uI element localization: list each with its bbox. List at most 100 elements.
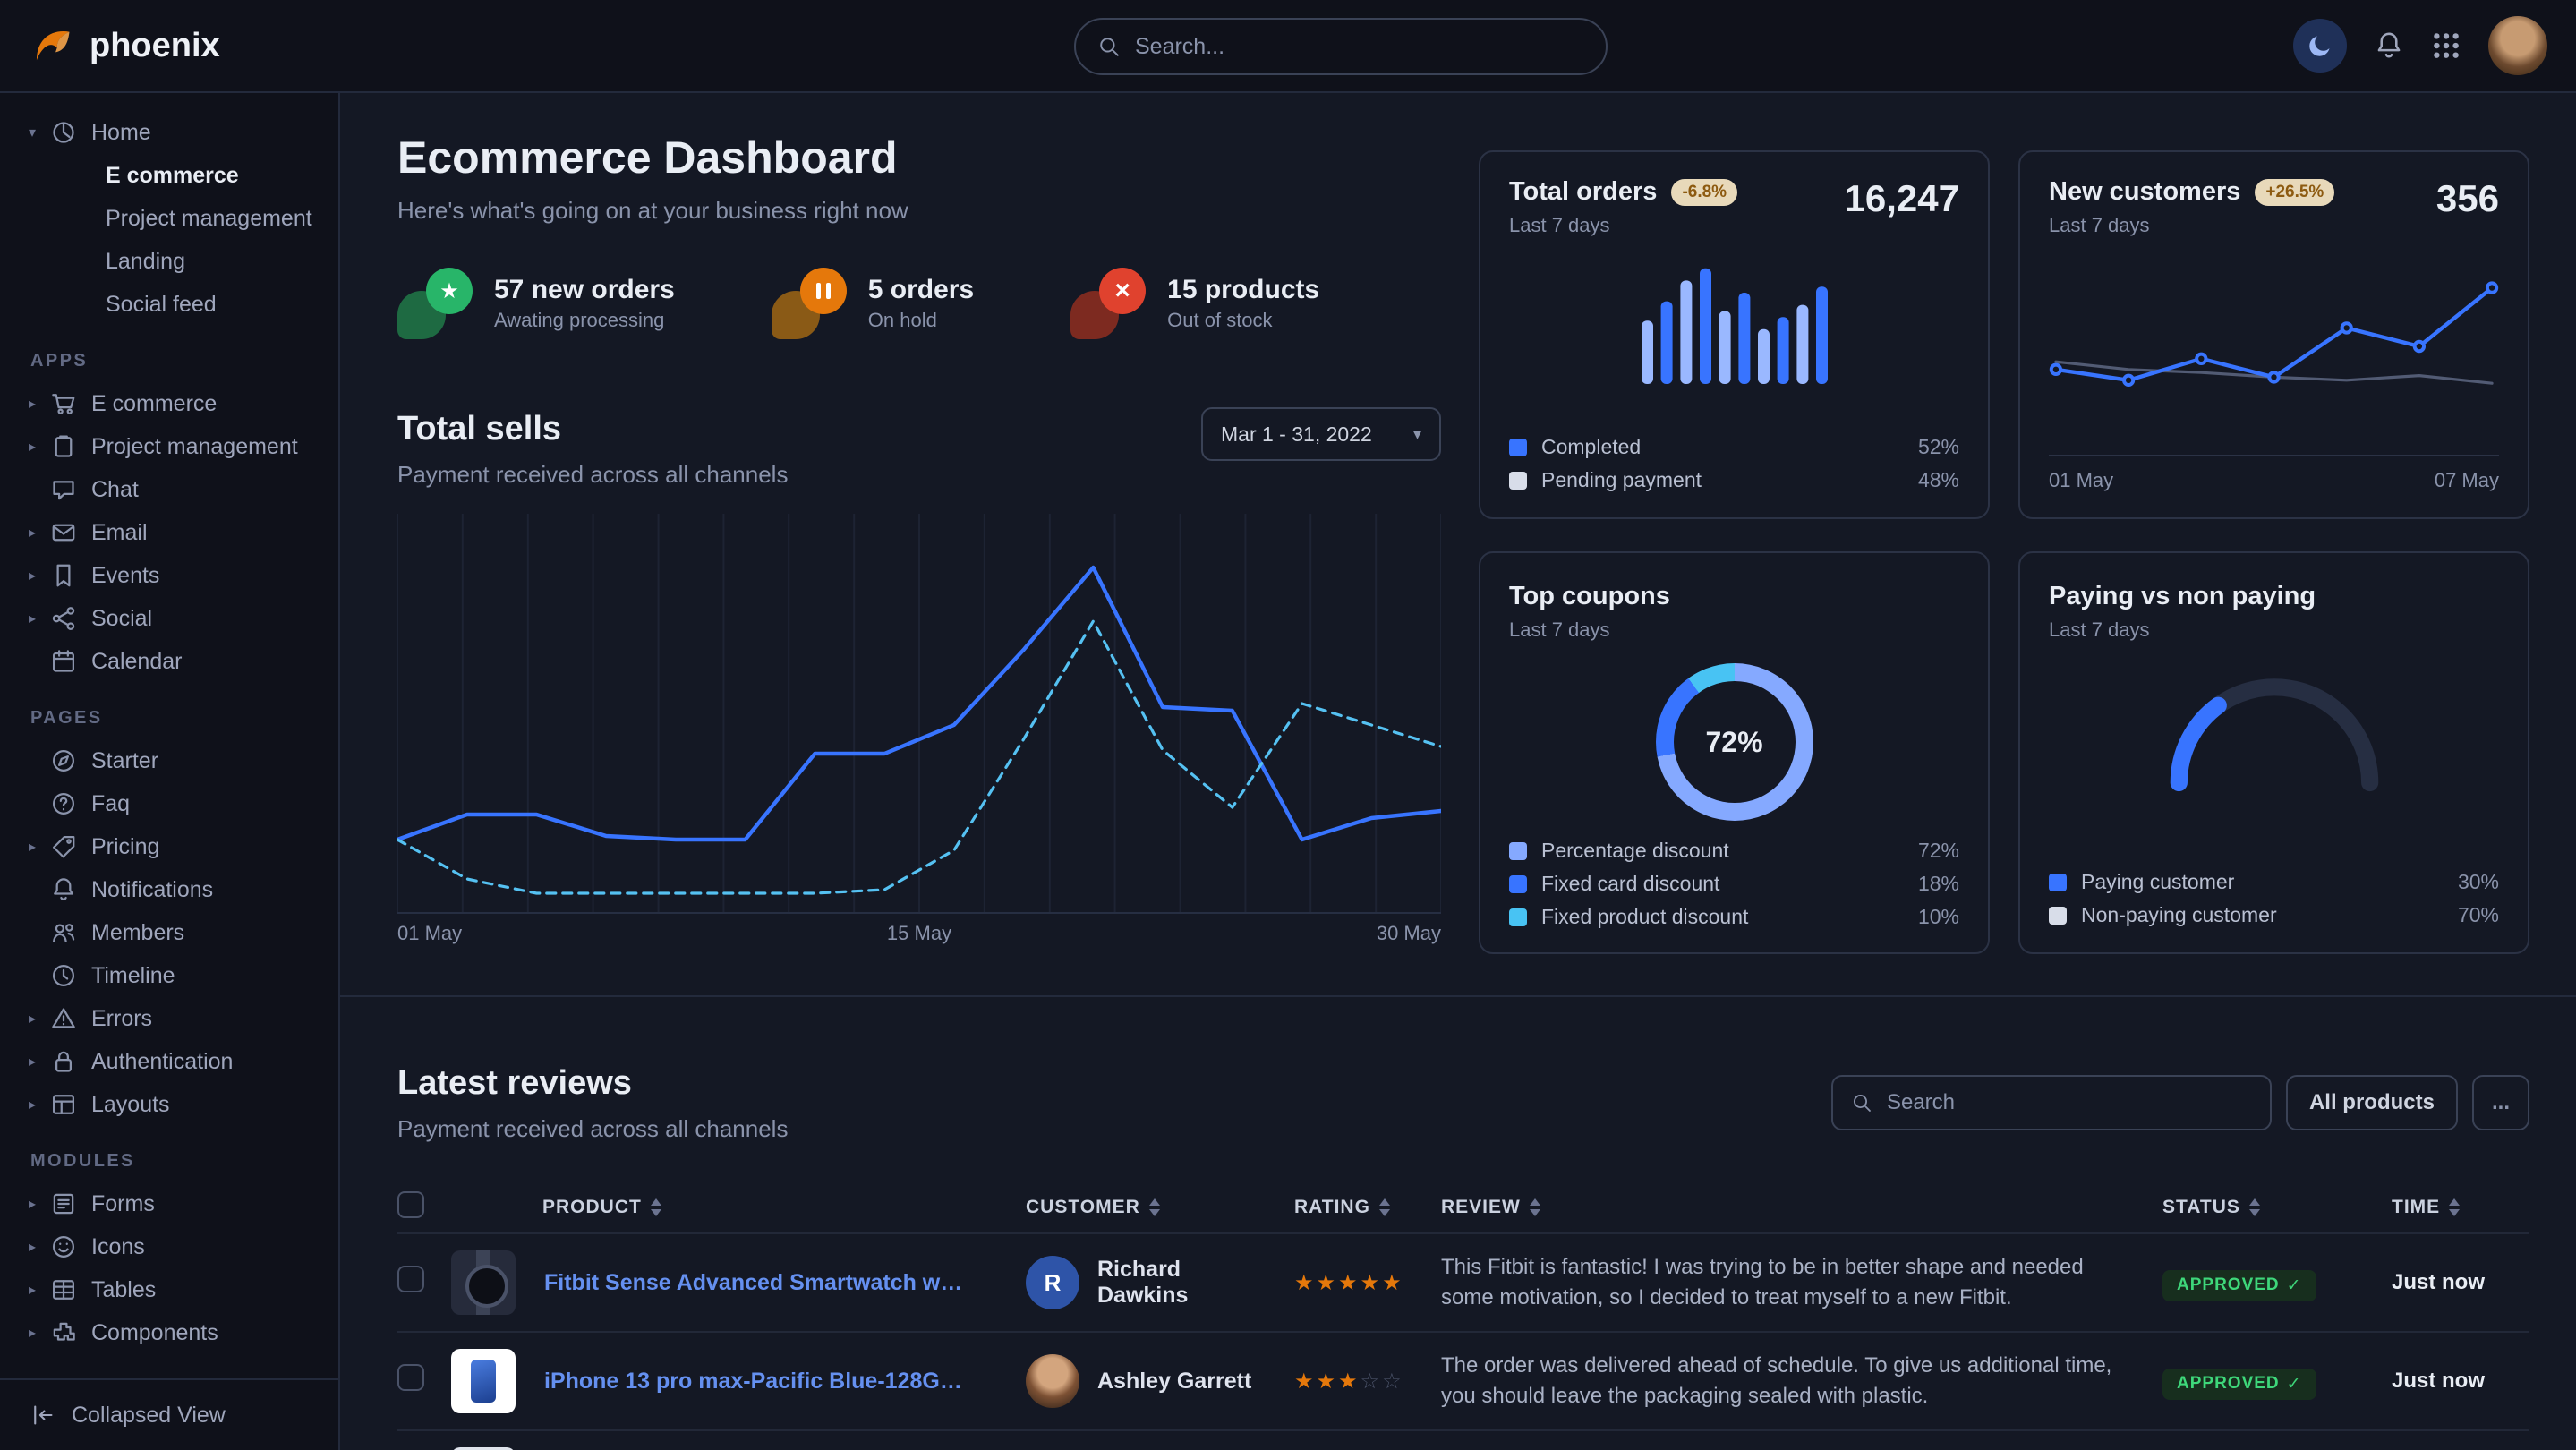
all-products-button[interactable]: All products xyxy=(2286,1075,2458,1130)
collapse-label: Collapsed View xyxy=(72,1403,226,1429)
product-image xyxy=(451,1349,516,1413)
caret-right-icon: ▸ xyxy=(29,567,50,584)
sidebar-item-calendar[interactable]: Calendar xyxy=(0,640,338,683)
sidebar-item-errors[interactable]: ▸ Errors xyxy=(0,997,338,1040)
caret-right-icon: ▸ xyxy=(29,1053,50,1070)
sidebar-item-e-commerce[interactable]: ▸ E commerce xyxy=(0,382,338,425)
more-options-button[interactable]: ... xyxy=(2472,1075,2529,1130)
collapse-view-button[interactable]: Collapsed View xyxy=(0,1378,338,1450)
row-checkbox[interactable] xyxy=(397,1364,424,1391)
reviews-table-header: PRODUCT CUSTOMER RATING REVIEW STATUS TI… xyxy=(397,1182,2529,1232)
search-icon xyxy=(1097,35,1121,58)
collapse-icon xyxy=(30,1403,55,1428)
caret-right-icon: ▸ xyxy=(29,524,50,542)
notifications-button[interactable] xyxy=(2374,30,2404,61)
mail-icon xyxy=(50,519,77,546)
reviews-table: PRODUCT CUSTOMER RATING REVIEW STATUS TI… xyxy=(397,1182,2529,1450)
stat-label: Awating processing xyxy=(494,309,675,332)
bookmark-icon xyxy=(50,562,77,589)
sidebar-item-pricing[interactable]: ▸ Pricing xyxy=(0,825,338,868)
sidebar-item-home[interactable]: ▾ Home xyxy=(0,111,338,154)
brand[interactable]: phoenix xyxy=(29,22,220,69)
review-row xyxy=(397,1429,2529,1450)
sidebar-subitem-e-commerce[interactable]: E commerce xyxy=(0,154,338,197)
sort-icon xyxy=(2449,1198,2460,1216)
latest-reviews-section: Latest reviews Payment received across a… xyxy=(397,997,2529,1450)
column-customer[interactable]: CUSTOMER xyxy=(1001,1197,1269,1218)
question-icon xyxy=(50,790,77,817)
sidebar-item-members[interactable]: Members xyxy=(0,911,338,954)
sort-icon xyxy=(651,1198,661,1216)
sidebar-item-faq[interactable]: Faq xyxy=(0,782,338,825)
sidebar-item-events[interactable]: ▸ Events xyxy=(0,554,338,597)
date-range-select[interactable]: Mar 1 - 31, 2022 ▾ xyxy=(1201,407,1441,461)
calendar-icon xyxy=(50,648,77,675)
app-window: phoenix ▾ HomeE commerceProject manageme… xyxy=(0,0,2576,1450)
sidebar-subitem-landing[interactable]: Landing xyxy=(0,240,338,283)
card-title: New customers xyxy=(2049,177,2240,207)
stat-value: 57 new orders xyxy=(494,275,675,305)
caret-right-icon: ▸ xyxy=(29,1010,50,1028)
paying-card: Paying vs non paying Last 7 days Paying … xyxy=(2018,551,2529,954)
customer-avatar xyxy=(1026,1354,1079,1408)
clock-icon xyxy=(50,962,77,989)
caret-right-icon: ▸ xyxy=(29,1324,50,1342)
sidebar-item-social[interactable]: ▸ Social xyxy=(0,597,338,640)
column-time[interactable]: TIME xyxy=(2359,1197,2529,1218)
smile-icon xyxy=(50,1233,77,1260)
sidebar-item-layouts[interactable]: ▸ Layouts xyxy=(0,1083,338,1126)
reviews-search-input[interactable] xyxy=(1887,1090,2252,1115)
sort-icon xyxy=(1149,1198,1160,1216)
column-review[interactable]: REVIEW xyxy=(1416,1197,2162,1218)
donut-center-label: 72% xyxy=(1656,663,1813,821)
global-search[interactable] xyxy=(1074,18,1608,75)
user-avatar[interactable] xyxy=(2488,16,2547,75)
sidebar-subitem-social-feed[interactable]: Social feed xyxy=(0,283,338,326)
new-customers-value: 356 xyxy=(2436,177,2499,220)
top-coupons-card: Top coupons Last 7 days 72% Percentage d… xyxy=(1479,551,1990,954)
sidebar-item-notifications[interactable]: Notifications xyxy=(0,868,338,911)
card-title: Top coupons xyxy=(1509,582,1670,610)
review-row: iPhone 13 pro max-Pacific Blue-128GB sto… xyxy=(397,1331,2529,1429)
sidebar-item-starter[interactable]: Starter xyxy=(0,739,338,782)
global-search-input[interactable] xyxy=(1135,34,1584,60)
alert-icon xyxy=(50,1005,77,1032)
users-icon xyxy=(50,919,77,946)
page-subtitle: Here's what's going on at your business … xyxy=(397,197,1441,225)
sidebar-item-icons[interactable]: ▸ Icons xyxy=(0,1225,338,1268)
stat-label: On hold xyxy=(868,309,974,332)
theme-toggle-button[interactable] xyxy=(2293,19,2347,72)
column-product[interactable]: PRODUCT xyxy=(451,1197,1001,1218)
sidebar-item-project-management[interactable]: ▸ Project management xyxy=(0,425,338,468)
select-all-checkbox[interactable] xyxy=(397,1191,424,1218)
phoenix-logo-icon xyxy=(29,22,75,69)
product-link[interactable]: iPhone 13 pro max-Pacific Blue-128GB sto… xyxy=(544,1369,1001,1395)
apps-grid-button[interactable] xyxy=(2431,30,2461,61)
compass-icon xyxy=(50,747,77,774)
row-checkbox[interactable] xyxy=(397,1266,424,1292)
stat-out-of-stock: × 15 products Out of stock xyxy=(1070,268,1319,339)
sidebar-item-email[interactable]: ▸ Email xyxy=(0,511,338,554)
card-period: Last 7 days xyxy=(1509,618,1670,642)
sidebar-item-components[interactable]: ▸ Components xyxy=(0,1311,338,1354)
sidebar-item-forms[interactable]: ▸ Forms xyxy=(0,1182,338,1225)
card-period: Last 7 days xyxy=(1509,214,1737,237)
sidebar-item-chat[interactable]: Chat xyxy=(0,468,338,511)
sort-icon xyxy=(1530,1198,1540,1216)
column-status[interactable]: STATUS xyxy=(2162,1197,2359,1218)
sidebar-item-timeline[interactable]: Timeline xyxy=(0,954,338,997)
product-image xyxy=(451,1250,516,1315)
caret-right-icon: ▸ xyxy=(29,838,50,856)
total-sells-title: Total sells xyxy=(397,407,788,450)
caret-right-icon: ▸ xyxy=(29,1238,50,1256)
new-customers-line-chart xyxy=(2049,252,2499,438)
sidebar-subitem-project-management[interactable]: Project management xyxy=(0,197,338,240)
reviews-search[interactable] xyxy=(1831,1075,2272,1130)
sidebar-item-tables[interactable]: ▸ Tables xyxy=(0,1268,338,1311)
form-icon xyxy=(50,1190,77,1217)
caret-right-icon: ▸ xyxy=(29,1096,50,1113)
sidebar-section-heading: APPS xyxy=(30,351,338,371)
product-link[interactable]: Fitbit Sense Advanced Smartwatch with To… xyxy=(544,1270,1001,1296)
column-rating[interactable]: RATING xyxy=(1269,1197,1416,1218)
sidebar-item-authentication[interactable]: ▸ Authentication xyxy=(0,1040,338,1083)
